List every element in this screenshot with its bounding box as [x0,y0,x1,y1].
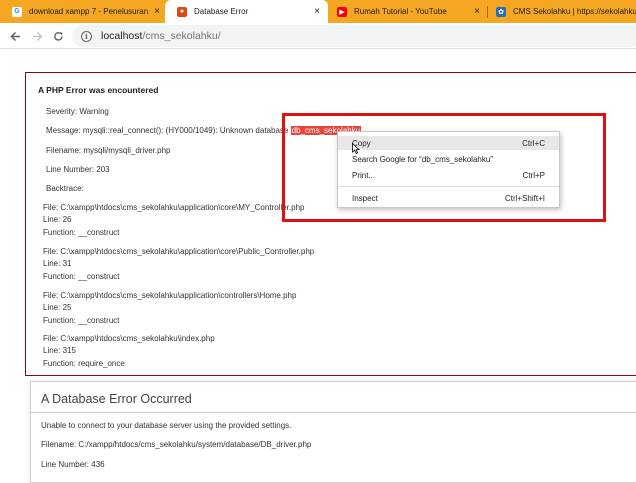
back-arrow-icon [9,31,20,41]
backtrace-function: Function: __construct [43,272,120,281]
reload-button[interactable] [48,26,68,46]
backtrace-line: Line: 25 [43,303,72,312]
tab-youtube[interactable]: ▶ Rumah Tutorial - YouTube × [325,0,488,23]
tab-title: CMS Sekolahku | https://sekolahku [513,7,636,16]
context-menu: Copy Ctrl+C Search Google for “db_cms_se… [337,131,560,208]
backtrace-file: File: C:\xampp\htdocs\cms_sekolahku\inde… [43,334,215,343]
context-menu-search-google[interactable]: Search Google for “db_cms_sekolahku” [338,152,559,166]
tab-google-search[interactable]: G download xampp 7 - Penelusuran × [0,0,168,23]
youtube-icon: ▶ [337,6,347,17]
cms-sekolahku-icon: ✿ [496,6,506,17]
mouse-cursor-icon [352,143,360,154]
info-icon[interactable]: i [81,30,92,42]
codeigniter-icon: ● [177,6,187,17]
backtrace-function: Function: __construct [43,228,120,237]
menu-item-shortcut: Ctrl+P [522,170,545,180]
database-error-message: Unable to connect to your database serve… [41,421,292,430]
tab-title: Database Error [194,7,249,16]
url-host: localhost [101,30,143,42]
backtrace-file: File: C:\xampp\htdocs\cms_sekolahku\appl… [43,247,315,256]
line-number-text: Line Number: 203 [46,165,110,174]
menu-item-label: Print... [352,170,376,180]
tab-cms-sekolahku[interactable]: ✿ CMS Sekolahku | https://sekolahku [484,0,636,23]
php-error-heading: A PHP Error was encountered [38,85,159,95]
forward-arrow-icon [32,31,43,41]
close-icon[interactable]: × [314,6,320,17]
message-text: Message: mysqli::real_connect(): (HY000/… [46,126,291,135]
database-error-line-number: Line Number: 436 [41,460,105,469]
google-icon: G [12,6,22,17]
menu-item-label: Search Google for “db_cms_sekolahku” [352,154,493,164]
tab-title: Rumah Tutorial - YouTube [354,7,447,16]
heading-divider [31,412,636,413]
back-button[interactable] [5,26,25,46]
filename-text: Filename: mysqli/mysqli_driver.php [46,146,171,155]
tab-database-error[interactable]: ● Database Error × [165,0,328,23]
context-menu-copy[interactable]: Copy Ctrl+C [338,136,559,150]
browser-toolbar: i localhost/cms_sekolahku/ [0,23,636,49]
context-menu-inspect[interactable]: Inspect Ctrl+Shift+I [338,191,559,205]
database-error-heading: A Database Error Occurred [41,392,192,406]
menu-item-shortcut: Ctrl+C [522,138,545,148]
menu-divider [338,186,559,187]
close-icon[interactable]: × [154,6,160,17]
backtrace-file: File: C:\xampp\htdocs\cms_sekolahku\appl… [43,203,305,212]
tab-title: download xampp 7 - Penelusuran [29,7,149,16]
close-icon[interactable]: × [474,6,480,17]
backtrace-function: Function: __construct [43,316,120,325]
backtrace-file: File: C:\xampp\htdocs\cms_sekolahku\appl… [43,291,297,300]
address-bar[interactable]: i localhost/cms_sekolahku/ [72,25,636,47]
context-menu-print[interactable]: Print... Ctrl+P [338,168,559,182]
backtrace-label: Backtrace: [46,184,84,193]
tab-strip: G download xampp 7 - Penelusuran × ● Dat… [0,0,636,23]
database-error-box: A Database Error Occurred Unable to conn… [30,381,636,483]
severity-text: Severity: Warning [46,107,109,116]
forward-button[interactable] [27,26,47,46]
backtrace-line: Line: 26 [43,215,72,224]
reload-icon [53,31,63,41]
backtrace-line: Line: 31 [43,259,72,268]
url-path: /cms_sekolahku/ [142,30,221,42]
menu-item-label: Copy [352,138,371,148]
menu-item-shortcut: Ctrl+Shift+I [504,193,545,203]
backtrace-line: Line: 315 [43,346,76,355]
database-error-filename: Filename: C:/xampp/htdocs/cms_sekolahku/… [41,440,312,449]
backtrace-function: Function: require_once [43,359,125,368]
menu-item-label: Inspect [352,193,378,203]
